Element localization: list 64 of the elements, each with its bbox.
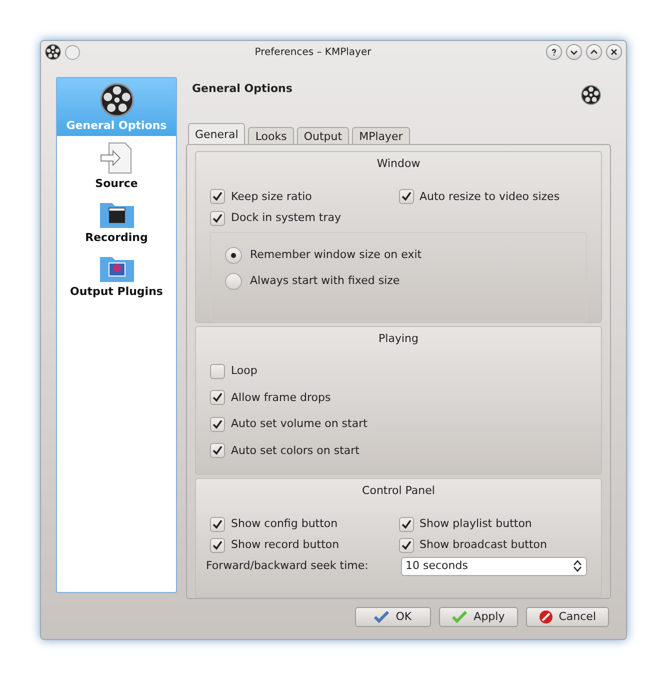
checkbox[interactable]	[210, 210, 225, 226]
chevron-down-icon	[570, 48, 578, 56]
dialog-button[interactable]: Cancel	[526, 607, 609, 627]
sidebar-item[interactable]: Recording	[57, 194, 176, 248]
tab[interactable]: MPlayer	[352, 127, 410, 144]
checkbox-label: Loop	[231, 363, 258, 380]
checkbox[interactable]	[210, 390, 225, 406]
sidebar-item[interactable]: Source	[57, 136, 176, 194]
question-mark-icon	[550, 48, 558, 56]
checkbox[interactable]	[398, 516, 414, 532]
checkbox[interactable]	[210, 516, 225, 532]
group-title: Playing	[378, 330, 418, 347]
minimize-button[interactable]	[566, 44, 582, 60]
chevron-up-icon	[590, 48, 598, 56]
app-icon	[45, 44, 61, 60]
checkbox[interactable]	[210, 189, 225, 204]
sidebar-label: Source	[95, 176, 138, 191]
document-arrow-icon	[98, 141, 134, 175]
seek-time-spinbox[interactable]: 10 seconds	[400, 556, 587, 576]
checkbox[interactable]	[210, 416, 225, 432]
help-button[interactable]	[546, 44, 562, 60]
checkbox-label: Show playlist button	[420, 516, 532, 532]
sidebar-label: Output Plugins	[70, 284, 163, 299]
radio-button[interactable]	[225, 272, 242, 290]
dialog-button[interactable]: Apply	[438, 607, 518, 627]
checkbox-label: Allow frame drops	[231, 390, 331, 406]
dialog-button[interactable]: OK	[354, 607, 431, 627]
sidebar-item[interactable]: Output Plugins	[57, 248, 176, 302]
check-icon	[452, 611, 468, 623]
close-icon	[610, 48, 618, 56]
film-reel-icon	[100, 83, 134, 117]
checkbox[interactable]	[210, 538, 225, 554]
maximize-button[interactable]	[586, 44, 602, 60]
sidebar-label: General Options	[66, 118, 167, 133]
checkbox[interactable]	[398, 189, 414, 204]
checkbox[interactable]	[398, 538, 414, 554]
tab[interactable]: Looks	[248, 127, 294, 144]
checkbox-label: Auto resize to video sizes	[420, 188, 560, 204]
page-title: General Options	[192, 81, 292, 97]
checkbox-label: Show broadcast button	[420, 537, 548, 554]
radio-label: Always start with fixed size	[250, 272, 400, 289]
seek-time-value: 10 seconds	[406, 558, 468, 574]
tab[interactable]: Output	[296, 127, 350, 144]
check-icon	[374, 611, 390, 623]
checkbox-label: Auto set colors on start	[231, 442, 360, 459]
sidebar-label: Recording	[85, 230, 148, 245]
checkbox[interactable]	[210, 443, 225, 458]
checkbox[interactable]	[210, 364, 225, 379]
group-title: Control Panel	[362, 483, 435, 500]
group-title: Window	[376, 156, 420, 172]
checkbox-label: Auto set volume on start	[231, 416, 368, 432]
checkbox-label: Dock in system tray	[231, 210, 341, 226]
close-button[interactable]	[606, 44, 622, 60]
radio-label: Remember window size on exit	[250, 246, 422, 263]
tab[interactable]: General	[188, 123, 246, 144]
radio-button[interactable]	[225, 246, 242, 264]
film-reel-icon	[581, 85, 601, 105]
cancel-icon	[538, 610, 553, 624]
checkbox-label: Show record button	[231, 537, 340, 554]
up-down-arrows-icon	[573, 560, 582, 572]
seek-time-label: Forward/backward seek time:	[206, 558, 370, 574]
window-title: Preferences – KMPlayer	[254, 46, 372, 60]
checkbox-label: Show config button	[231, 516, 338, 532]
checkbox-label: Keep size ratio	[231, 188, 312, 204]
